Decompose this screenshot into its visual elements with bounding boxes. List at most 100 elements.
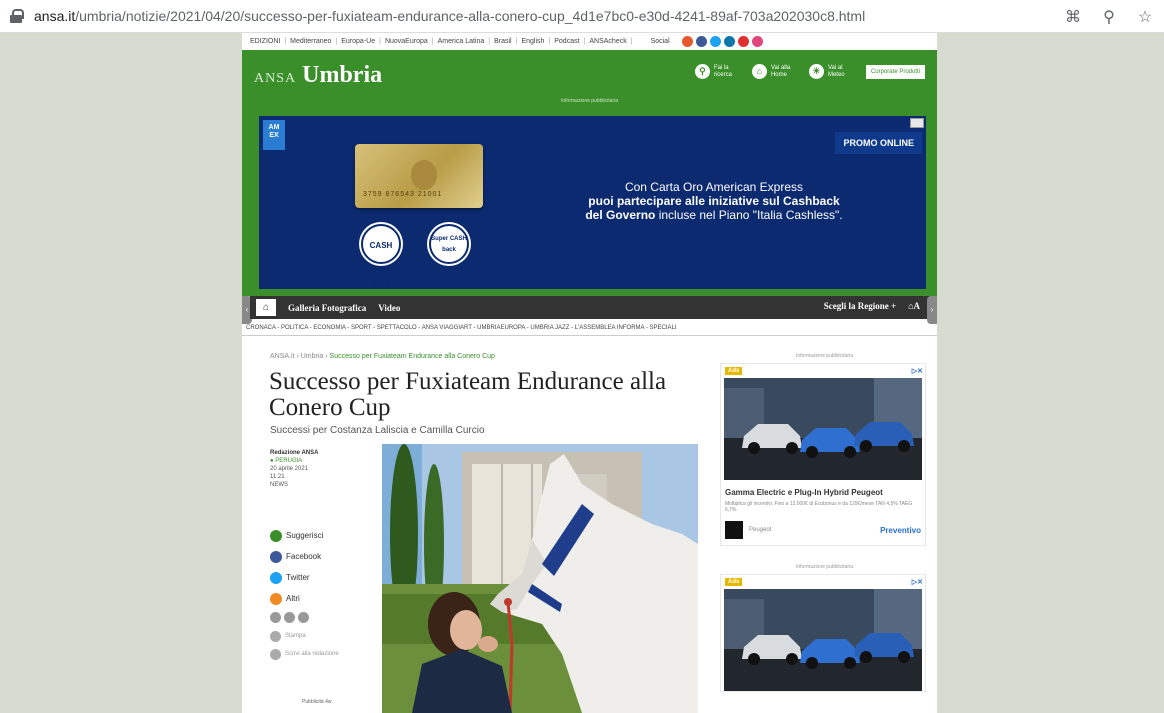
author: Redazione ANSA bbox=[270, 450, 319, 456]
home-link[interactable]: ⌂ Vai alla Home bbox=[751, 64, 795, 79]
sidebar: Informazione pubblicitaria Ads ▷✕ Gamma … bbox=[720, 353, 929, 692]
flickr-icon[interactable] bbox=[751, 36, 763, 47]
facebook-share-button[interactable]: Facebook bbox=[270, 546, 360, 567]
write-editor-button[interactable]: Scrivi alla redazione bbox=[270, 645, 360, 663]
breadcrumb-current: Successo per Fuxiateam Endurance alla Co… bbox=[329, 353, 495, 360]
star-icon[interactable]: ☆ bbox=[1136, 7, 1154, 27]
suggest-button[interactable]: Suggerisci bbox=[270, 525, 360, 546]
edition-link[interactable]: America Latina bbox=[438, 38, 485, 45]
location: ● PERUGIA bbox=[270, 458, 303, 464]
edition-link[interactable]: Brasil bbox=[494, 38, 512, 45]
amex-banner-ad[interactable]: AM EX PROMO ONLINE 3759 876543 21001 CAS… bbox=[259, 116, 926, 290]
linkedin-icon[interactable] bbox=[723, 36, 735, 47]
edition-link[interactable]: Mediterraneo bbox=[290, 38, 331, 45]
ad-image[interactable] bbox=[724, 378, 922, 480]
horse-photo-svg bbox=[382, 444, 698, 713]
share-panel: Suggerisci Facebook Twitter Altri Stampa… bbox=[270, 525, 360, 663]
cars-image-svg bbox=[724, 589, 922, 691]
edition-link[interactable]: English bbox=[521, 38, 544, 45]
ad-close-icon[interactable]: ▷✕ bbox=[912, 578, 923, 586]
gold-card-image: 3759 876543 21001 bbox=[355, 144, 483, 208]
article-title: Successo per Fuxiateam Endurance alla Co… bbox=[269, 368, 667, 421]
breadcrumb: ANSA.it › Umbria › Successo per Fuxiatea… bbox=[270, 353, 495, 360]
corporate-button[interactable]: Corporate Prodotti bbox=[865, 64, 925, 79]
ad-brand: Peugeot bbox=[749, 527, 772, 533]
tag: NEWS bbox=[270, 482, 288, 488]
breadcrumb-link[interactable]: Umbria bbox=[301, 353, 324, 360]
ad-close-icon[interactable]: ▷✕ bbox=[912, 367, 923, 375]
font-decrease-icon[interactable] bbox=[270, 612, 281, 623]
facebook-icon[interactable] bbox=[695, 36, 707, 47]
search-icon: ⚲ bbox=[694, 64, 710, 79]
font-increase-icon[interactable] bbox=[298, 612, 309, 623]
ad-description: Moltiplica gli incentivi. Fino a 12.000€… bbox=[725, 501, 913, 513]
edition-link[interactable]: Europa-Ue bbox=[341, 38, 375, 45]
home-a-link[interactable]: ⌂A bbox=[908, 301, 920, 311]
ad-label: Pubblicità 4w bbox=[302, 699, 332, 705]
mail-icon bbox=[270, 648, 281, 660]
youtube-icon[interactable] bbox=[737, 36, 749, 47]
search-link[interactable]: ⚲ Fai la ricerca bbox=[694, 64, 738, 79]
ad-image[interactable] bbox=[724, 589, 922, 691]
scroll-right-arrow[interactable]: › bbox=[927, 296, 937, 324]
weather-link[interactable]: ☀ Vai al Meteo bbox=[808, 64, 852, 79]
browser-address-bar[interactable]: ansa.it/umbria/notizie/2021/04/20/succes… bbox=[0, 0, 1164, 33]
url-path: /umbria/notizie/2021/04/20/successo-per-… bbox=[75, 8, 866, 24]
nav-gallery-link[interactable]: Galleria Fotografica bbox=[288, 303, 366, 313]
edition-link[interactable]: NuovaEuropa bbox=[385, 38, 428, 45]
nav-video-link[interactable]: Video bbox=[378, 303, 400, 313]
peugeot-ad[interactable]: Ads ▷✕ bbox=[720, 574, 926, 692]
edition-link[interactable]: Podcast bbox=[554, 38, 579, 45]
site-header: ANSA Umbria ⚲ Fai la ricerca ⌂ Vai alla … bbox=[242, 50, 937, 296]
twitter-share-button[interactable]: Twitter bbox=[270, 567, 360, 588]
social-label: Social bbox=[650, 38, 670, 45]
super-cashback-logo: Super CASH back bbox=[429, 224, 469, 264]
peugeot-logo bbox=[725, 521, 743, 539]
weather-icon: ☀ bbox=[808, 64, 824, 79]
banner-text: Con Carta Oro American Express puoi part… bbox=[585, 180, 843, 222]
edition-link[interactable]: ANSAcheck bbox=[589, 38, 626, 45]
ad-badge: Ads bbox=[725, 578, 743, 586]
webpage: EDIZIONI | Mediterraneo | Europa-Ue | Nuova… bbox=[242, 33, 937, 713]
twitter-icon bbox=[270, 571, 282, 584]
print-icon bbox=[270, 630, 281, 642]
zoom-icon[interactable]: ⚲ bbox=[1100, 7, 1118, 27]
facebook-icon bbox=[270, 550, 282, 563]
print-button[interactable]: Stampa bbox=[270, 627, 360, 645]
date: 20 aprile 2021 bbox=[270, 466, 309, 472]
ad-info-label: Informazione pubblicitaria bbox=[796, 353, 853, 359]
ad-info-label: Informazione pubblicitaria bbox=[561, 98, 618, 104]
divider bbox=[242, 335, 937, 336]
ad-title[interactable]: Gamma Electric e Plug-In Hybrid Peugeot bbox=[725, 488, 921, 497]
font-size-controls bbox=[270, 612, 360, 623]
suggest-icon bbox=[270, 529, 282, 542]
home-icon[interactable]: ⌂ bbox=[256, 299, 276, 316]
edition-link[interactable]: EDIZIONI bbox=[250, 38, 280, 45]
lock-icon bbox=[10, 9, 24, 23]
home-icon: ⌂ bbox=[751, 64, 767, 79]
url-text[interactable]: ansa.it/umbria/notizie/2021/04/20/succes… bbox=[34, 8, 865, 24]
quote-button[interactable]: Preventivo bbox=[880, 526, 921, 535]
main-navbar: ⌂ Galleria Fotografica Video Scegli la R… bbox=[250, 296, 930, 319]
cars-image-svg bbox=[724, 378, 922, 480]
article-meta: Redazione ANSA ● PERUGIA 20 aprile 2021 … bbox=[270, 449, 350, 489]
region-selector[interactable]: Scegli la Regione + bbox=[824, 301, 896, 311]
breadcrumb-link[interactable]: ANSA.it bbox=[270, 353, 295, 360]
instagram-icon[interactable] bbox=[681, 36, 693, 47]
promo-label: PROMO ONLINE bbox=[835, 132, 922, 154]
sections-menu[interactable]: CRONACA - POLITICA - ECONOMIA - SPORT - … bbox=[246, 325, 677, 331]
site-logo[interactable]: ANSA Umbria bbox=[254, 62, 382, 89]
other-share-button[interactable]: Altri bbox=[270, 588, 360, 609]
qr-icon[interactable]: ⌘ bbox=[1064, 7, 1082, 27]
ad-info-label: Informazione pubblicitaria bbox=[796, 564, 853, 570]
ad-choices-icon[interactable] bbox=[910, 118, 924, 128]
twitter-icon[interactable] bbox=[709, 36, 721, 47]
peugeot-ad[interactable]: Ads ▷✕ Gamma Electric e Plug-In Hybrid P… bbox=[720, 363, 926, 546]
font-reset-icon[interactable] bbox=[284, 612, 295, 623]
amex-logo: AM EX bbox=[263, 120, 285, 150]
plus-icon bbox=[270, 592, 282, 605]
editions-strip: EDIZIONI | Mediterraneo | Europa-Ue | Nuova… bbox=[242, 33, 937, 50]
ad-badge: Ads bbox=[725, 367, 743, 375]
article-photo[interactable] bbox=[382, 444, 698, 713]
time: 11:21 bbox=[270, 474, 285, 480]
